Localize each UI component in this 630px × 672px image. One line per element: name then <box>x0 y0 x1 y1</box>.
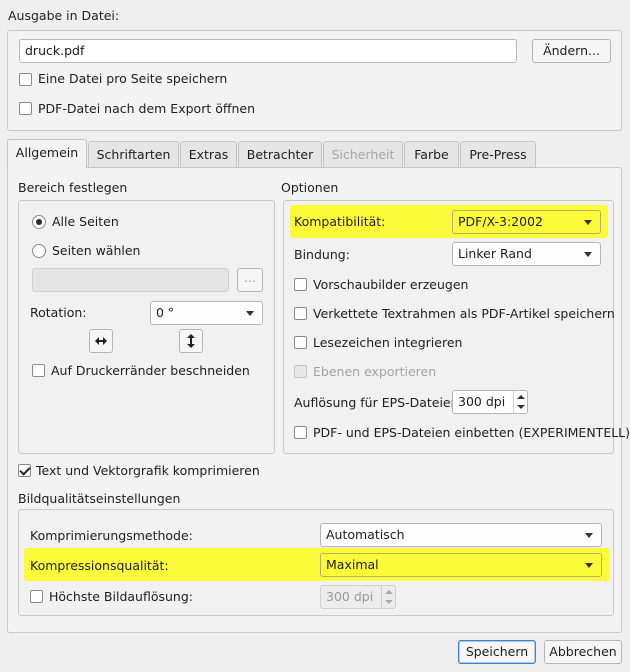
chevron-down-icon <box>585 533 593 538</box>
chevron-down-icon <box>585 563 593 568</box>
crop-to-printer-margins-checkbox[interactable] <box>32 364 45 377</box>
open-after-export-label: PDF-Datei nach dem Export öffnen <box>38 101 255 116</box>
compatibility-value: PDF/X-3:2002 <box>458 214 543 229</box>
compress-text-label: Text und Vektorgrafik komprimieren <box>36 463 260 478</box>
export-layers-label: Ebenen exportieren <box>313 364 437 379</box>
compression-method-value: Automatisch <box>326 527 405 542</box>
spin-arrows-icon <box>381 586 395 608</box>
browse-pages-button: ... <box>237 268 263 292</box>
rotation-label: Rotation: <box>30 305 87 320</box>
one-file-per-page-checkbox[interactable] <box>19 73 32 86</box>
linked-frames-label: Verkettete Textrahmen als PDF-Artikel sp… <box>313 306 615 321</box>
eps-resolution-label: Auflösung für EPS-Dateien: <box>294 395 463 410</box>
eps-resolution-spinbox[interactable]: 300 dpi <box>452 390 528 414</box>
tab-extras[interactable]: Extras <box>180 141 237 167</box>
compression-quality-label: Kompressionsqualität: <box>30 558 169 573</box>
compression-method-select[interactable]: Automatisch <box>320 523 602 547</box>
flip-vertical-icon <box>187 334 195 348</box>
crop-to-printer-margins-label: Auf Druckerränder beschneiden <box>51 363 250 378</box>
tab-betrachter[interactable]: Betrachter <box>238 141 322 167</box>
thumbnails-checkbox[interactable] <box>294 278 307 291</box>
range-title: Bereich festlegen <box>18 180 128 195</box>
compression-method-label: Komprimierungsmethode: <box>30 528 193 543</box>
open-after-export-checkbox[interactable] <box>19 102 32 115</box>
chevron-down-icon <box>584 252 592 257</box>
choose-pages-radio[interactable] <box>32 244 46 258</box>
embed-pdf-eps-checkbox[interactable] <box>294 426 307 439</box>
pages-input <box>32 268 229 292</box>
cancel-button[interactable]: Abbrechen <box>544 640 622 664</box>
tab-sicherheit: Sicherheit <box>323 141 403 167</box>
spin-arrows-icon[interactable] <box>513 391 527 413</box>
rotation-value: 0 ° <box>156 305 175 320</box>
tab-page-general: Bereich festlegen Alle Seiten Seiten wäh… <box>7 167 630 633</box>
export-layers-checkbox <box>294 365 307 378</box>
chevron-down-icon <box>584 220 592 225</box>
max-resolution-spinbox: 300 dpi <box>320 585 396 609</box>
max-resolution-value: 300 dpi <box>326 589 374 604</box>
range-group: Alle Seiten Seiten wählen ... Rotation: … <box>18 200 275 454</box>
bookmarks-label: Lesezeichen integrieren <box>313 335 463 350</box>
tab-allgemein[interactable]: Allgemein <box>7 139 87 168</box>
one-file-per-page-label: Eine Datei pro Seite speichern <box>38 71 228 86</box>
change-file-button[interactable]: Ändern... <box>532 39 611 63</box>
all-pages-label: Alle Seiten <box>52 214 119 229</box>
save-button[interactable]: Speichern <box>458 640 536 664</box>
embed-pdf-eps-label: PDF- und EPS-Dateien einbetten (EXPERIME… <box>313 425 630 440</box>
rotation-select[interactable]: 0 ° <box>150 301 263 325</box>
binding-label: Bindung: <box>294 247 350 262</box>
binding-value: Linker Rand <box>458 246 532 261</box>
image-quality-title: Bildqualitätseinstellungen <box>18 491 181 506</box>
compress-text-checkbox[interactable] <box>18 464 31 477</box>
thumbnails-label: Vorschaubilder erzeugen <box>313 277 469 292</box>
max-resolution-checkbox[interactable] <box>30 590 43 603</box>
compression-quality-select[interactable]: Maximal <box>320 553 602 577</box>
tab-pre-press[interactable]: Pre-Press <box>460 141 536 167</box>
compression-quality-value: Maximal <box>326 557 379 572</box>
flip-horizontal-button[interactable] <box>89 329 113 353</box>
compatibility-select[interactable]: PDF/X-3:2002 <box>452 210 601 234</box>
chevron-down-icon <box>246 311 254 316</box>
linked-frames-checkbox[interactable] <box>294 307 307 320</box>
tab-schriftarten[interactable]: Schriftarten <box>88 141 179 167</box>
eps-resolution-value: 300 dpi <box>458 394 506 409</box>
tab-farbe[interactable]: Farbe <box>404 141 459 167</box>
flip-horizontal-icon <box>95 337 107 345</box>
flip-vertical-button[interactable] <box>179 329 203 353</box>
max-resolution-label: Höchste Bildauflösung: <box>49 589 193 604</box>
all-pages-radio[interactable] <box>32 215 46 229</box>
bookmarks-checkbox[interactable] <box>294 336 307 349</box>
image-quality-group: Komprimierungsmethode: Automatisch Kompr… <box>18 509 614 616</box>
choose-pages-label: Seiten wählen <box>52 243 141 258</box>
output-section-label: Ausgabe in Datei: <box>8 8 120 23</box>
output-group: druck.pdf Ändern... Eine Datei pro Seite… <box>7 30 622 131</box>
binding-select[interactable]: Linker Rand <box>452 242 601 266</box>
options-group: Kompatibilität: PDF/X-3:2002 Bindung: Li… <box>283 200 630 454</box>
output-filename-input[interactable]: druck.pdf <box>19 39 517 63</box>
compatibility-label: Kompatibilität: <box>294 214 386 229</box>
options-title: Optionen <box>281 180 339 195</box>
